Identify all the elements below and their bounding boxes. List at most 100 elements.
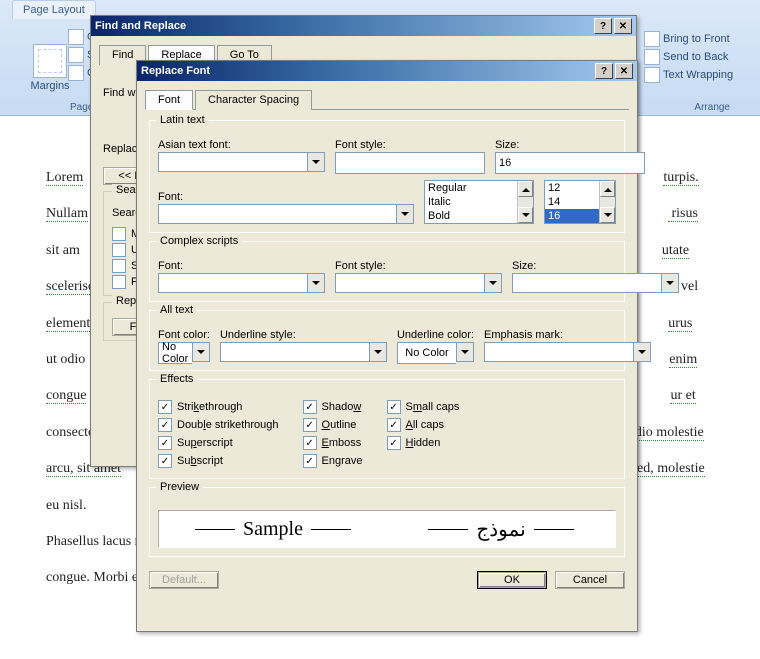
scrollbar[interactable] bbox=[599, 181, 615, 223]
preview-group: Preview Sample نموذج bbox=[149, 487, 625, 557]
cs-style-input[interactable] bbox=[335, 273, 484, 293]
latin-text-group: Latin text Asian text font: Font style: … bbox=[149, 120, 625, 233]
preview-legend: Preview bbox=[156, 481, 203, 493]
underline-style-input[interactable] bbox=[220, 342, 369, 362]
underline-style-dropdown[interactable] bbox=[369, 342, 387, 362]
strikethrough-checkbox[interactable]: ✓Strikethrough bbox=[158, 400, 279, 414]
hidden-checkbox[interactable]: ✓Hidden bbox=[387, 436, 460, 450]
complex-scripts-legend: Complex scripts bbox=[156, 235, 242, 247]
cs-style-label: Font style: bbox=[335, 260, 502, 272]
size-icon bbox=[68, 47, 84, 63]
preview-sample-ltr: Sample bbox=[159, 518, 387, 541]
replace-font-dialog: Replace Font ? ✕ Font Character Spacing … bbox=[136, 60, 638, 632]
effects-group: Effects ✓Strikethrough ✓Double strikethr… bbox=[149, 379, 625, 479]
latin-font-input[interactable] bbox=[158, 204, 396, 224]
asian-font-dropdown[interactable] bbox=[307, 152, 325, 172]
effects-legend: Effects bbox=[156, 373, 197, 385]
replace-font-title: Replace Font bbox=[141, 65, 593, 77]
default-button[interactable]: Default... bbox=[149, 571, 219, 589]
find-replace-titlebar[interactable]: Find and Replace ? ✕ bbox=[91, 16, 636, 36]
emphasis-label: Emphasis mark: bbox=[484, 329, 651, 341]
help-button[interactable]: ? bbox=[594, 18, 612, 34]
bring-to-front-button[interactable]: Bring to Front bbox=[640, 30, 734, 48]
ribbon-tab-page-layout[interactable]: Page Layout bbox=[12, 0, 96, 19]
cs-size-combo[interactable] bbox=[512, 273, 679, 293]
close-button[interactable]: ✕ bbox=[614, 18, 632, 34]
cs-font-label: Font: bbox=[158, 260, 325, 272]
all-text-group: All text Font color: No Color Underline … bbox=[149, 310, 625, 371]
engrave-checkbox[interactable]: ✓Engrave bbox=[303, 454, 363, 468]
small-caps-checkbox[interactable]: ✓Small caps bbox=[387, 400, 460, 414]
find-replace-title: Find and Replace bbox=[95, 20, 592, 32]
ribbon-caption-arrange: Arrange bbox=[694, 102, 730, 113]
font-style-label: Font style: bbox=[335, 139, 485, 151]
shadow-checkbox[interactable]: ✓Shadow bbox=[303, 400, 363, 414]
emphasis-dropdown[interactable] bbox=[633, 342, 651, 362]
outline-checkbox[interactable]: ✓Outline bbox=[303, 418, 363, 432]
preview-box: Sample نموذج bbox=[158, 510, 616, 548]
preview-sample-rtl: نموذج bbox=[387, 517, 615, 542]
underline-color-combo[interactable]: No Color bbox=[397, 342, 474, 362]
underline-style-label: Underline style: bbox=[220, 329, 387, 341]
cs-font-input[interactable] bbox=[158, 273, 307, 293]
asian-font-label: Asian text font: bbox=[158, 139, 325, 151]
all-caps-checkbox[interactable]: ✓All caps bbox=[387, 418, 460, 432]
scroll-up[interactable] bbox=[600, 181, 615, 197]
size-label: Size: bbox=[495, 139, 645, 151]
size-list[interactable]: 12 14 16 bbox=[544, 180, 616, 224]
font-label: Font: bbox=[158, 191, 414, 203]
replace-font-tabs: Font Character Spacing bbox=[145, 89, 629, 110]
asian-font-input[interactable] bbox=[158, 152, 307, 172]
rf-close-button[interactable]: ✕ bbox=[615, 63, 633, 79]
send-back-icon bbox=[644, 49, 660, 65]
font-color-combo[interactable]: No Color bbox=[158, 342, 210, 362]
columns-icon bbox=[68, 65, 84, 81]
cs-font-dropdown[interactable] bbox=[307, 273, 325, 293]
asian-font-combo[interactable] bbox=[158, 152, 325, 172]
underline-color-dropdown[interactable] bbox=[456, 342, 474, 362]
send-to-back-button[interactable]: Send to Back bbox=[640, 48, 732, 66]
cs-style-combo[interactable] bbox=[335, 273, 502, 293]
scrollbar[interactable] bbox=[517, 181, 533, 223]
replace-font-titlebar[interactable]: Replace Font ? ✕ bbox=[137, 61, 637, 81]
cs-size-label: Size: bbox=[512, 260, 679, 272]
font-color-label: Font color: bbox=[158, 329, 210, 341]
scroll-up[interactable] bbox=[518, 181, 533, 197]
double-strike-checkbox[interactable]: ✓Double strikethrough bbox=[158, 418, 279, 432]
rf-help-button[interactable]: ? bbox=[595, 63, 613, 79]
replace-font-footer: Default... OK Cancel bbox=[149, 571, 625, 589]
font-style-input[interactable] bbox=[335, 152, 485, 174]
latin-font-combo[interactable] bbox=[158, 204, 414, 224]
all-text-legend: All text bbox=[156, 304, 197, 316]
underline-color-label: Underline color: bbox=[397, 329, 474, 341]
scroll-down[interactable] bbox=[600, 207, 615, 223]
text-wrapping-button[interactable]: Text Wrapping bbox=[640, 66, 737, 84]
emphasis-input[interactable] bbox=[484, 342, 633, 362]
bring-front-icon bbox=[644, 31, 660, 47]
ok-button[interactable]: OK bbox=[477, 571, 547, 589]
emboss-checkbox[interactable]: ✓Emboss bbox=[303, 436, 363, 450]
complex-scripts-group: Complex scripts Font: Font style: Size: bbox=[149, 241, 625, 302]
replace-font-body: Latin text Asian text font: Font style: … bbox=[137, 110, 637, 601]
orientation-icon bbox=[68, 29, 84, 45]
cancel-button[interactable]: Cancel bbox=[555, 571, 625, 589]
tab-character-spacing[interactable]: Character Spacing bbox=[195, 90, 312, 110]
size-input[interactable] bbox=[495, 152, 645, 174]
text-wrap-icon bbox=[644, 67, 660, 83]
emphasis-combo[interactable] bbox=[484, 342, 651, 362]
underline-style-combo[interactable] bbox=[220, 342, 387, 362]
latin-text-legend: Latin text bbox=[156, 114, 209, 126]
scroll-down[interactable] bbox=[518, 207, 533, 223]
cs-size-input[interactable] bbox=[512, 273, 661, 293]
superscript-checkbox[interactable]: ✓Superscript bbox=[158, 436, 279, 450]
font-style-list[interactable]: Regular Italic Bold bbox=[424, 180, 534, 224]
ribbon-group-arrange: Bring to Front Send to Back Text Wrappin… bbox=[640, 24, 760, 111]
font-color-dropdown[interactable] bbox=[192, 342, 210, 362]
latin-font-dropdown[interactable] bbox=[396, 204, 414, 224]
margins-icon bbox=[33, 44, 67, 78]
cs-style-dropdown[interactable] bbox=[484, 273, 502, 293]
cs-font-combo[interactable] bbox=[158, 273, 325, 293]
tab-font[interactable]: Font bbox=[145, 90, 193, 110]
subscript-checkbox[interactable]: ✓Subscript bbox=[158, 454, 279, 468]
cs-size-dropdown[interactable] bbox=[661, 273, 679, 293]
